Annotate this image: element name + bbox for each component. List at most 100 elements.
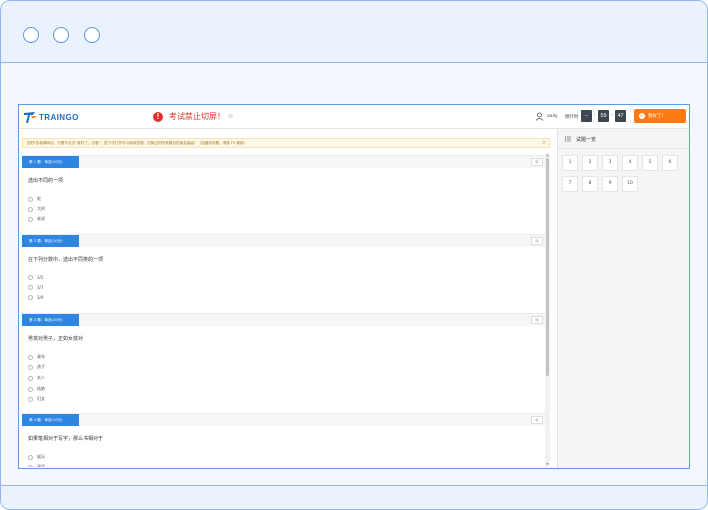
flag-button[interactable]: 标	[531, 316, 543, 324]
radio-button[interactable]	[28, 375, 33, 381]
question-3: 第 3 题：单选(10分) 标 男孩对男子，正如女孩对 青年 孩子 夫人 姑娘 …	[22, 313, 545, 411]
user-info: aaily	[535, 112, 558, 121]
question-number-button[interactable]: 4	[622, 155, 638, 171]
option-label: 阅读	[37, 464, 45, 467]
exam-app: TRAINGO ! 考试禁止切屏！ ⊘ aaily 倒计时 -- : 59 : …	[18, 104, 690, 469]
option-label: 大树	[37, 206, 45, 211]
option[interactable]: 姑娘	[28, 386, 45, 392]
radio-button[interactable]	[28, 295, 33, 300]
question-1: 第 1 题：单选(10分) 标 选出不同的一项 蛇 大树 老虎	[22, 155, 545, 232]
radio-button[interactable]	[28, 386, 33, 392]
window-control-dot[interactable]	[23, 27, 39, 43]
option-label: 青年	[37, 354, 45, 359]
overview-header: 试题一览	[558, 129, 689, 149]
question-header: 第 1 题：单选(10分) 标	[22, 156, 545, 168]
notice-bar: 您好!答卷期间切，只要不点击“我好了，交卷”，您下次打开可以继续答题，切换过的所…	[22, 138, 550, 148]
submit-label: 我好了！	[648, 114, 666, 119]
user-icon	[535, 112, 544, 121]
radio-button[interactable]	[28, 275, 33, 280]
option[interactable]: 阅读	[28, 464, 45, 467]
timer-separator: :	[594, 112, 596, 118]
question-scrollbar[interactable]: ▲ ▼	[545, 153, 550, 466]
radio-button[interactable]	[28, 454, 33, 460]
check-icon: ✓	[639, 113, 645, 119]
option[interactable]: 青年	[28, 354, 45, 360]
scroll-up-icon[interactable]: ▲	[545, 153, 550, 157]
question-number-button[interactable]: 9	[602, 176, 618, 192]
question-number-button[interactable]: 6	[662, 155, 678, 171]
option[interactable]: 妇女	[28, 396, 45, 402]
notice-text: 您好!答卷期间切，只要不点击“我好了，交卷”，您下次打开可以继续答题，切换过的所…	[27, 140, 248, 145]
submit-exam-button[interactable]: ✓ 我好了！	[634, 109, 686, 123]
flag-button[interactable]: 标	[531, 237, 543, 245]
option[interactable]: 蛇	[28, 196, 41, 202]
overview-title: 试题一览	[576, 137, 597, 143]
question-tag: 第 4 题：单选(10分)	[22, 414, 79, 426]
question-number-button[interactable]: 2	[582, 155, 598, 171]
question-tag: 第 3 题：单选(10分)	[22, 314, 79, 326]
question-number-button[interactable]: 5	[642, 155, 658, 171]
question-overview-panel: 试题一览 1 2 3 4 5 6 7 8 9 10	[557, 129, 689, 468]
radio-button[interactable]	[28, 285, 33, 290]
question-title: 如果笔相对于写字，那么书相对于	[28, 436, 104, 442]
question-number-button[interactable]: 8	[582, 176, 598, 192]
question-title: 选出不同的一项	[28, 178, 64, 184]
question-header: 第 3 题：单选(10分) 标	[22, 314, 545, 326]
close-icon[interactable]: ×	[542, 140, 546, 146]
question-list: 第 1 题：单选(10分) 标 选出不同的一项 蛇 大树 老虎 第 2 题：单选…	[22, 155, 545, 467]
traingo-logo[interactable]: TRAINGO	[23, 110, 79, 124]
window-footer	[1, 485, 707, 509]
warning-text: 考试禁止切屏！	[169, 112, 225, 121]
option[interactable]: 3/9	[28, 295, 43, 300]
question-number-button[interactable]: 10	[622, 176, 638, 192]
radio-button[interactable]	[28, 354, 33, 360]
question-4: 第 4 题：单选(10分) 标 如果笔相对于写字，那么书相对于 娱乐 阅读	[22, 413, 545, 467]
option[interactable]: 夫人	[28, 375, 45, 381]
option[interactable]: 大树	[28, 206, 45, 212]
question-tag: 第 1 题：单选(10分)	[22, 156, 79, 168]
logo-text: TRAINGO	[39, 112, 79, 122]
option[interactable]: 3/5	[28, 275, 43, 280]
no-switch-warning: ! 考试禁止切屏！ ⊘	[153, 111, 233, 122]
question-2: 第 2 题：单选(10分) 标 在下列分数中，选出不同类的一项 3/5 3/7 …	[22, 234, 545, 311]
flag-button[interactable]: 标	[531, 158, 543, 166]
option-label: 3/5	[37, 275, 44, 280]
option[interactable]: 孩子	[28, 364, 45, 370]
question-number-button[interactable]: 3	[602, 155, 618, 171]
radio-button[interactable]	[28, 364, 33, 370]
question-number-button[interactable]: 1	[562, 155, 578, 171]
option[interactable]: 娱乐	[28, 454, 45, 460]
window-control-dot[interactable]	[84, 27, 100, 43]
option-label: 老虎	[37, 216, 45, 221]
question-title: 在下列分数中，选出不同类的一项	[28, 257, 104, 263]
question-tag: 第 2 题：单选(10分)	[22, 235, 79, 247]
alert-icon: !	[153, 111, 163, 122]
radio-button[interactable]	[28, 464, 33, 467]
question-header: 第 2 题：单选(10分) 标	[22, 235, 545, 247]
info-icon: ⊘	[228, 113, 234, 120]
question-header: 第 4 题：单选(10分) 标	[22, 414, 545, 426]
radio-button[interactable]	[28, 396, 33, 402]
option-label: 姑娘	[37, 386, 45, 391]
option-label: 蛇	[37, 196, 41, 201]
option-label: 娱乐	[37, 454, 45, 459]
user-name: aaily	[547, 114, 558, 119]
timer-seconds: 47	[615, 110, 626, 122]
option[interactable]: 3/7	[28, 285, 43, 290]
exam-header: TRAINGO ! 考试禁止切屏！ ⊘ aaily 倒计时 -- : 59 : …	[19, 105, 689, 129]
list-icon	[565, 136, 571, 142]
question-number-button[interactable]: 7	[562, 176, 578, 192]
timer-hours: --	[581, 110, 592, 122]
radio-button[interactable]	[28, 196, 33, 202]
radio-button[interactable]	[28, 206, 33, 212]
window-titlebar	[1, 1, 707, 63]
flag-button[interactable]: 标	[531, 416, 543, 424]
option-label: 孩子	[37, 364, 45, 369]
window-control-dot[interactable]	[53, 27, 69, 43]
radio-button[interactable]	[28, 216, 33, 222]
option-label: 3/9	[37, 295, 44, 300]
question-title: 男孩对男子，正如女孩对	[28, 336, 84, 342]
scroll-thumb[interactable]	[546, 158, 549, 376]
option[interactable]: 老虎	[28, 216, 45, 222]
scroll-down-icon[interactable]: ▼	[545, 462, 550, 466]
